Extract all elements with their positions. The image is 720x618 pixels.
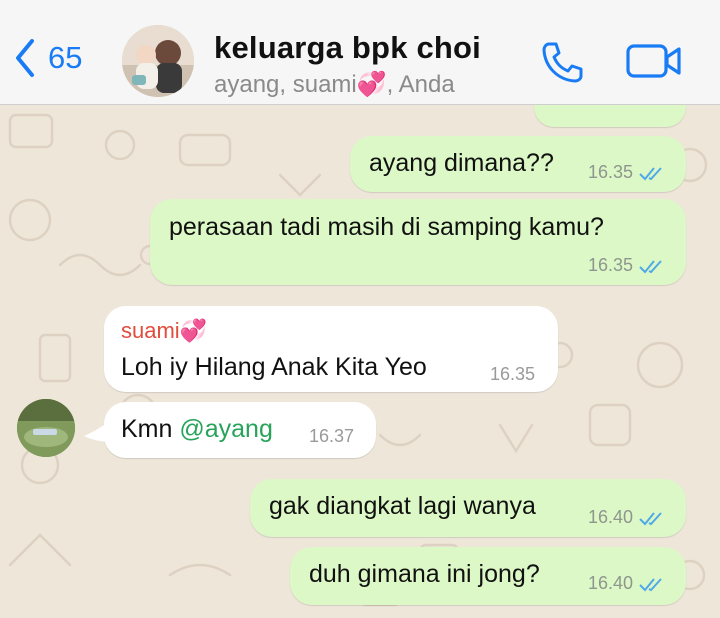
sender-photo — [17, 399, 75, 457]
message-meta: 16.40 — [588, 507, 667, 528]
mention-link[interactable]: @ayang — [179, 415, 273, 443]
message-text: gak diangkat lagi wanya — [269, 492, 536, 520]
message-time: 16.35 — [588, 162, 634, 182]
double-check-icon — [639, 166, 662, 180]
message-text: Loh iy Hilang Anak Kita Yeo — [121, 353, 427, 381]
message-text: duh gimana ini jong? — [309, 560, 540, 588]
message-text: Kmn @ayang — [121, 415, 273, 444]
back-button[interactable]: 65 — [14, 38, 82, 78]
message-time: 16.35 — [588, 255, 634, 275]
message-meta: 16.40 — [588, 573, 667, 594]
chat-header: 65 keluarga bpk choi ayang, suami💞, Anda — [0, 0, 720, 105]
double-check-icon — [639, 259, 662, 273]
message-meta: 16.35 — [588, 162, 667, 183]
message-time: 16.40 — [588, 507, 634, 527]
message-bubble[interactable]: ayang dimana?? 16.35 — [350, 136, 686, 192]
phone-icon[interactable] — [540, 40, 584, 84]
message-text: ayang dimana?? — [369, 149, 554, 177]
message-time: 16.40 — [588, 573, 634, 593]
message-bubble-partial — [534, 105, 686, 127]
double-check-icon — [639, 511, 662, 525]
message-time: 16.35 — [490, 364, 536, 384]
unread-count: 65 — [48, 40, 83, 75]
message-bubble[interactable]: duh gimana ini jong? 16.40 — [290, 547, 686, 605]
message-meta: 16.35 — [588, 255, 667, 276]
message-bubble[interactable]: perasaan tadi masih di samping kamu? 16.… — [150, 199, 686, 285]
message-text: perasaan tadi masih di samping kamu? — [169, 213, 604, 241]
message-bubble[interactable]: gak diangkat lagi wanya 16.40 — [250, 479, 686, 537]
group-avatar[interactable] — [122, 25, 194, 97]
message-list[interactable]: ayang dimana?? 16.35 perasaan tadi masih… — [0, 105, 720, 618]
back-chevron-icon — [16, 39, 34, 77]
video-camera-icon[interactable] — [626, 42, 682, 80]
group-photo — [122, 25, 194, 97]
chat-title[interactable]: keluarga bpk choi — [214, 30, 481, 66]
message-time: 16.37 — [309, 426, 355, 446]
chat-participants[interactable]: ayang, suami💞, Anda — [214, 70, 455, 99]
sender-name[interactable]: suami💞 — [121, 318, 207, 344]
message-bubble[interactable]: Kmn @ayang 16.37 — [104, 402, 376, 458]
sender-avatar[interactable] — [17, 399, 75, 457]
bubble-tail — [84, 420, 112, 442]
double-check-icon — [639, 577, 662, 591]
message-text-prefix: Kmn — [121, 415, 180, 443]
message-bubble[interactable]: suami💞 Loh iy Hilang Anak Kita Yeo 16.35 — [104, 306, 558, 392]
